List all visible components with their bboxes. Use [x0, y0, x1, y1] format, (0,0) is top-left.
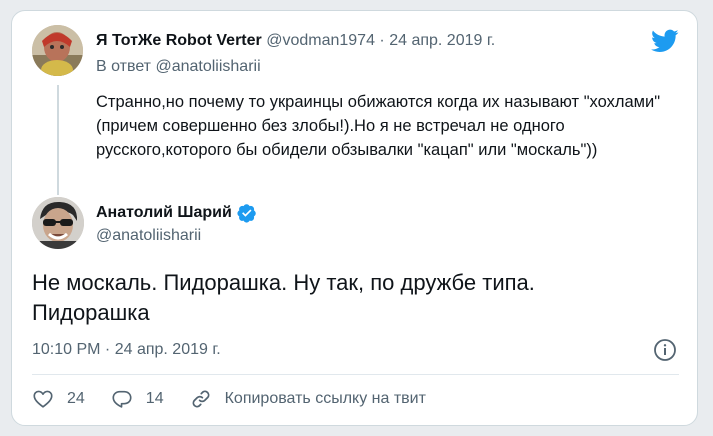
reply-bubble-icon	[112, 390, 132, 408]
thread-connector	[57, 85, 59, 195]
tweet-timestamp[interactable]: 10:10 PM · 24 апр. 2019 г.	[32, 341, 221, 359]
reply-separator: ·	[379, 32, 385, 49]
reply-button[interactable]: 14	[111, 388, 164, 410]
heart-icon	[33, 390, 53, 408]
reply-to-label[interactable]: В ответ @anatoliisharii	[96, 58, 261, 76]
tweet-author-name-row[interactable]: Анатолий Шарий	[96, 203, 257, 223]
copy-link-button[interactable]: Копировать ссылку на твит	[190, 388, 426, 410]
reply-author-name[interactable]: Я ТотЖе Robot Verter	[96, 32, 262, 49]
tweet-actions: 24 14 Копировать ссылку на твит	[32, 386, 452, 412]
tweet-text: Не москаль. Пидорашка. Ну так, по дружбе…	[32, 270, 535, 325]
tweet-embed-card: Я ТотЖе Robot Verter @vodman1974 · 24 ап…	[11, 10, 698, 426]
tweet-author-handle[interactable]: @anatoliisharii	[96, 227, 201, 245]
reply-count: 14	[145, 390, 164, 407]
reply-date[interactable]: 24 апр. 2019 г.	[389, 32, 495, 49]
link-icon	[192, 390, 210, 408]
actions-divider	[32, 374, 679, 375]
info-icon[interactable]	[653, 338, 677, 362]
verified-badge-icon	[237, 204, 256, 223]
tweet-author-name[interactable]: Анатолий Шарий	[96, 204, 232, 222]
reply-text: Странно,но почему то украинцы обижаются …	[96, 93, 661, 159]
like-button[interactable]: 24	[32, 388, 85, 410]
tweet-author-avatar[interactable]	[32, 197, 84, 249]
reply-author-handle[interactable]: @vodman1974	[266, 32, 375, 49]
reply-author-avatar[interactable]	[32, 25, 83, 76]
reply-header: Я ТотЖе Robot Verter @vodman1974 · 24 ап…	[96, 31, 495, 51]
twitter-bird-icon[interactable]	[648, 27, 682, 55]
like-count: 24	[67, 390, 85, 407]
copy-link-label: Копировать ссылку на твит	[224, 390, 426, 407]
